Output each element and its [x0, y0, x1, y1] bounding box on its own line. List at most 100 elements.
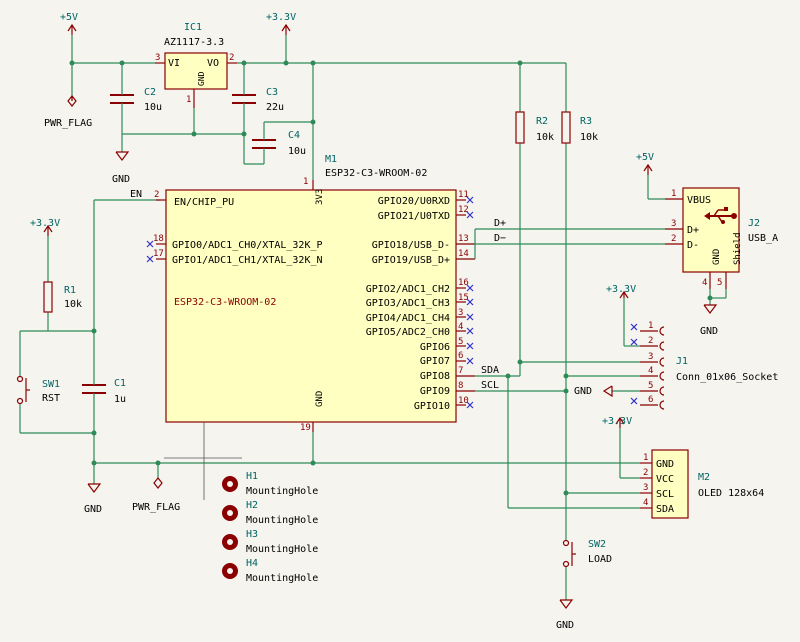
pin-label: GPIO2/ADC1_CH2 — [366, 284, 450, 295]
gnd-c2: GND — [112, 151, 130, 185]
pin-number: 8 — [458, 381, 463, 391]
pin-label: EN/CHIP_PU — [174, 197, 234, 208]
value-label: 22u — [266, 102, 284, 113]
pin-label: GPIO8 — [420, 371, 450, 382]
pin-label: VO — [207, 58, 219, 69]
junction — [91, 460, 97, 466]
pin-number: 16 — [458, 278, 469, 288]
pin-label: GPIO4/ADC1_CH4 — [366, 313, 450, 324]
power-label: +3.3V — [602, 416, 632, 427]
ic1-regulator: VI VO GND 3 2 1 IC1 AZ1117-3.3 — [155, 22, 237, 108]
pin-number: 3 — [648, 352, 653, 362]
module-m1-esp32: M1 ESP32-C3-WROOM-02 ESP32-C3-WROOM-02 E… — [153, 154, 475, 433]
value-label: OLED 128x64 — [698, 488, 764, 499]
ref-label: M2 — [698, 472, 710, 483]
value-label: 1u — [114, 394, 126, 405]
ref-label: R2 — [536, 116, 548, 127]
junction — [119, 60, 125, 66]
pin-number: 6 — [458, 351, 463, 361]
junction — [517, 359, 523, 365]
junction — [69, 60, 75, 66]
pin-label: D+ — [687, 225, 699, 236]
ref-label: SW1 — [42, 379, 60, 390]
net-label-sda: SDA — [481, 365, 499, 376]
value-label: 10k — [64, 299, 82, 310]
value-label: 10k — [580, 132, 598, 143]
power-label: GND — [700, 326, 718, 337]
gnd-sw2: GND — [556, 599, 574, 631]
ref-label: C3 — [266, 87, 278, 98]
ref-label: H1 — [246, 471, 258, 482]
pin-label: Shield — [733, 232, 743, 265]
power-label: +3.3V — [266, 12, 296, 23]
junction — [563, 388, 569, 394]
power-label: GND — [574, 386, 592, 397]
pin-label: GPIO5/ADC2_CH0 — [366, 327, 450, 338]
pwr-flag-top: PWR_FLAG — [44, 95, 92, 129]
mounting-hole-h4: H4 MountingHole — [222, 558, 318, 584]
junction — [310, 460, 316, 466]
pin-number: 2 — [154, 190, 159, 200]
pin-label: GND — [712, 249, 722, 265]
value-label: Conn_01x06_Socket — [676, 372, 778, 383]
net-label-dplus: D+ — [494, 218, 506, 229]
junction — [155, 460, 161, 466]
module-m2-oled: GND VCC SCL SDA 1 2 3 4 M2 OLED 128x64 — [640, 449, 764, 519]
pin-label: GND — [656, 459, 674, 470]
pin-number: 2 — [229, 53, 234, 63]
power-5v-top: +5V — [60, 12, 78, 35]
junction — [91, 430, 97, 436]
pin-label: VI — [168, 58, 180, 69]
power-3v3-m2: +3.3V — [602, 416, 632, 428]
power-5v-usb: +5V — [636, 152, 654, 175]
ref-label: R1 — [64, 285, 76, 296]
junction — [241, 131, 247, 137]
net-label-en: EN — [130, 189, 142, 200]
pin-number: 12 — [458, 205, 469, 215]
pin-number: 6 — [648, 395, 653, 405]
junction — [310, 119, 316, 125]
ref-label: R3 — [580, 116, 592, 127]
power-label: PWR_FLAG — [44, 118, 92, 129]
ref-label: C1 — [114, 378, 126, 389]
pin-number: 2 — [643, 468, 648, 478]
mounting-hole-h2: H2 MountingHole — [222, 500, 318, 526]
connector-j2-usb: VBUS D+ D- GND Shield 1 3 2 4 5 J2 USB_A — [665, 187, 778, 289]
ref-label: H4 — [246, 558, 258, 569]
power-label: GND — [556, 620, 574, 631]
pwr-flag-bottom: PWR_FLAG — [132, 477, 180, 513]
junction — [563, 490, 569, 496]
ref-label: C4 — [288, 130, 300, 141]
pin-number: 5 — [648, 381, 653, 391]
power-label: +3.3V — [30, 218, 60, 229]
value-label: USB_A — [748, 233, 778, 244]
value-label: 10u — [144, 102, 162, 113]
mounting-holes: H1 MountingHole H2 MountingHole H3 Mount… — [222, 471, 318, 584]
switch-sw2: SW2 LOAD — [562, 539, 612, 568]
pin-label: GPIO7 — [420, 356, 450, 367]
ref-label: M1 — [325, 154, 337, 165]
pin-number: 3 — [155, 53, 160, 63]
junction — [191, 131, 197, 137]
ref-label: J1 — [676, 356, 688, 367]
pin-number: 17 — [153, 249, 164, 259]
pin-label: GND — [197, 71, 206, 86]
value-label: 10u — [288, 146, 306, 157]
capacitor-c1: C1 1u — [82, 378, 126, 405]
ref-label: IC1 — [184, 22, 202, 33]
pin-number: 2 — [671, 234, 676, 244]
value-label: MountingHole — [246, 486, 318, 497]
pin-number: 14 — [458, 249, 469, 259]
pin-number: 5 — [717, 278, 722, 288]
net-label-scl: SCL — [481, 380, 499, 391]
pin-number: 2 — [648, 336, 653, 346]
pin-label: VCC — [656, 474, 674, 485]
pin-label: GPIO19/USB_D+ — [372, 255, 450, 266]
pin-number: 11 — [458, 190, 469, 200]
pin-number: 1 — [671, 189, 676, 199]
junction — [241, 60, 247, 66]
pin-label: GPIO21/U0TXD — [378, 211, 450, 222]
junction — [283, 60, 289, 66]
capacitor-c2: C2 10u — [110, 87, 162, 113]
pin-number: 1 — [303, 177, 308, 187]
